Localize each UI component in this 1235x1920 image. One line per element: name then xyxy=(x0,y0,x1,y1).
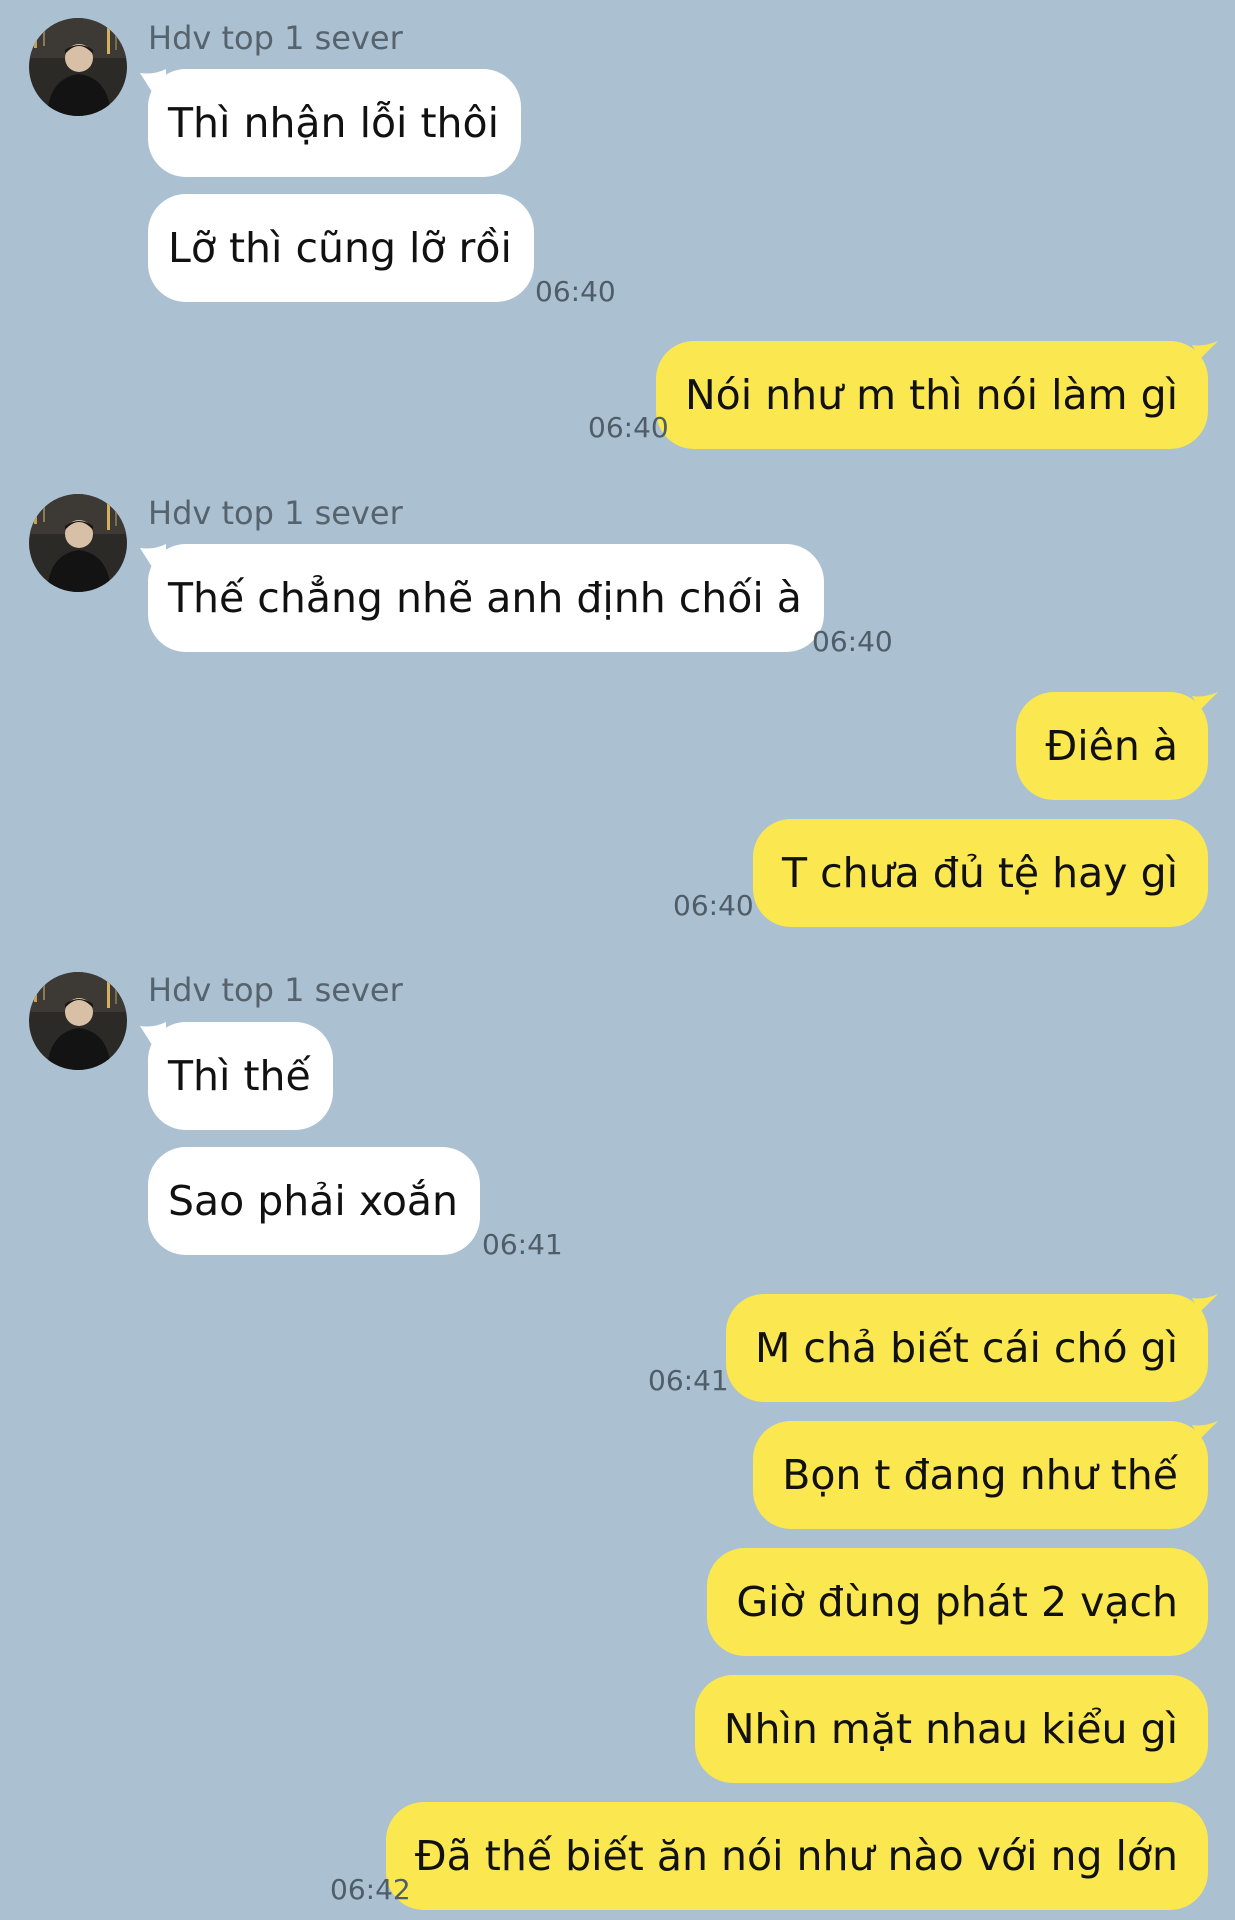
chat-message-list[interactable]: Hdv top 1 sever Thì nhận lỗi thôi Lỡ thì… xyxy=(0,0,1235,1920)
message-text: Thế chẳng nhẽ anh định chối à xyxy=(168,574,802,622)
message-text: Sao phải xoắn xyxy=(168,1177,459,1225)
message-timestamp: 06:40 xyxy=(673,889,754,922)
incoming-message-bubble[interactable]: Thì nhận lỗi thôi xyxy=(140,69,522,177)
bubble-tail-icon xyxy=(1192,1294,1218,1320)
outgoing-message-bubble[interactable]: Giờ đùng phát 2 vạch xyxy=(707,1548,1208,1656)
message-text: Nói như m thì nói làm gì xyxy=(684,371,1178,419)
outgoing-message-bubble[interactable]: Đã thế biết ăn nói như nào với ng lớn xyxy=(385,1802,1208,1910)
outgoing-message-bubble[interactable]: M chả biết cái chó gì xyxy=(726,1294,1218,1402)
bubble-tail-icon xyxy=(140,1022,166,1048)
bubble-tail-icon xyxy=(1192,692,1218,718)
message-text: Điên à xyxy=(1045,722,1178,770)
incoming-message-bubble[interactable]: Sao phải xoắn xyxy=(148,1147,481,1255)
message-text: T chưa đủ tệ hay gì xyxy=(782,849,1178,897)
incoming-message-bubble[interactable]: Thế chẳng nhẽ anh định chối à xyxy=(140,544,824,652)
message-text: M chả biết cái chó gì xyxy=(755,1324,1178,1372)
outgoing-message-bubble[interactable]: Nói như m thì nói làm gì xyxy=(655,341,1218,449)
message-text: Giờ đùng phát 2 vạch xyxy=(736,1578,1178,1626)
incoming-message-bubble[interactable]: Thì thế xyxy=(140,1022,333,1130)
sender-name: Hdv top 1 sever xyxy=(148,494,403,532)
sender-avatar[interactable] xyxy=(29,972,127,1070)
profile-photo-icon xyxy=(29,972,127,1070)
profile-photo-icon xyxy=(29,18,127,116)
outgoing-message-bubble[interactable]: Bọn t đang như thế xyxy=(753,1421,1218,1529)
profile-photo-icon xyxy=(29,494,127,592)
outgoing-message-bubble[interactable]: Nhìn mặt nhau kiểu gì xyxy=(694,1675,1208,1783)
sender-avatar[interactable] xyxy=(29,494,127,592)
message-text: Thì nhận lỗi thôi xyxy=(168,99,500,147)
message-timestamp: 06:41 xyxy=(482,1228,563,1261)
message-timestamp: 06:42 xyxy=(330,1873,411,1906)
bubble-tail-icon xyxy=(140,69,166,95)
message-timestamp: 06:41 xyxy=(648,1364,729,1397)
sender-avatar[interactable] xyxy=(29,18,127,116)
message-text: Bọn t đang như thế xyxy=(782,1451,1178,1499)
message-text: Lỡ thì cũng lỡ rồi xyxy=(168,224,512,272)
message-text: Thì thế xyxy=(168,1052,311,1100)
message-text: Nhìn mặt nhau kiểu gì xyxy=(723,1705,1178,1753)
message-timestamp: 06:40 xyxy=(588,411,669,444)
outgoing-message-bubble[interactable]: Điên à xyxy=(1016,692,1218,800)
incoming-message-bubble[interactable]: Lỡ thì cũng lỡ rồi xyxy=(148,194,534,302)
message-timestamp: 06:40 xyxy=(812,625,893,658)
outgoing-message-bubble[interactable]: T chưa đủ tệ hay gì xyxy=(753,819,1208,927)
message-text: Đã thế biết ăn nói như nào với ng lớn xyxy=(414,1832,1178,1880)
sender-name: Hdv top 1 sever xyxy=(148,971,403,1009)
sender-name: Hdv top 1 sever xyxy=(148,19,403,57)
bubble-tail-icon xyxy=(1192,1421,1218,1447)
bubble-tail-icon xyxy=(1192,341,1218,367)
bubble-tail-icon xyxy=(140,544,166,570)
message-timestamp: 06:40 xyxy=(535,275,616,308)
